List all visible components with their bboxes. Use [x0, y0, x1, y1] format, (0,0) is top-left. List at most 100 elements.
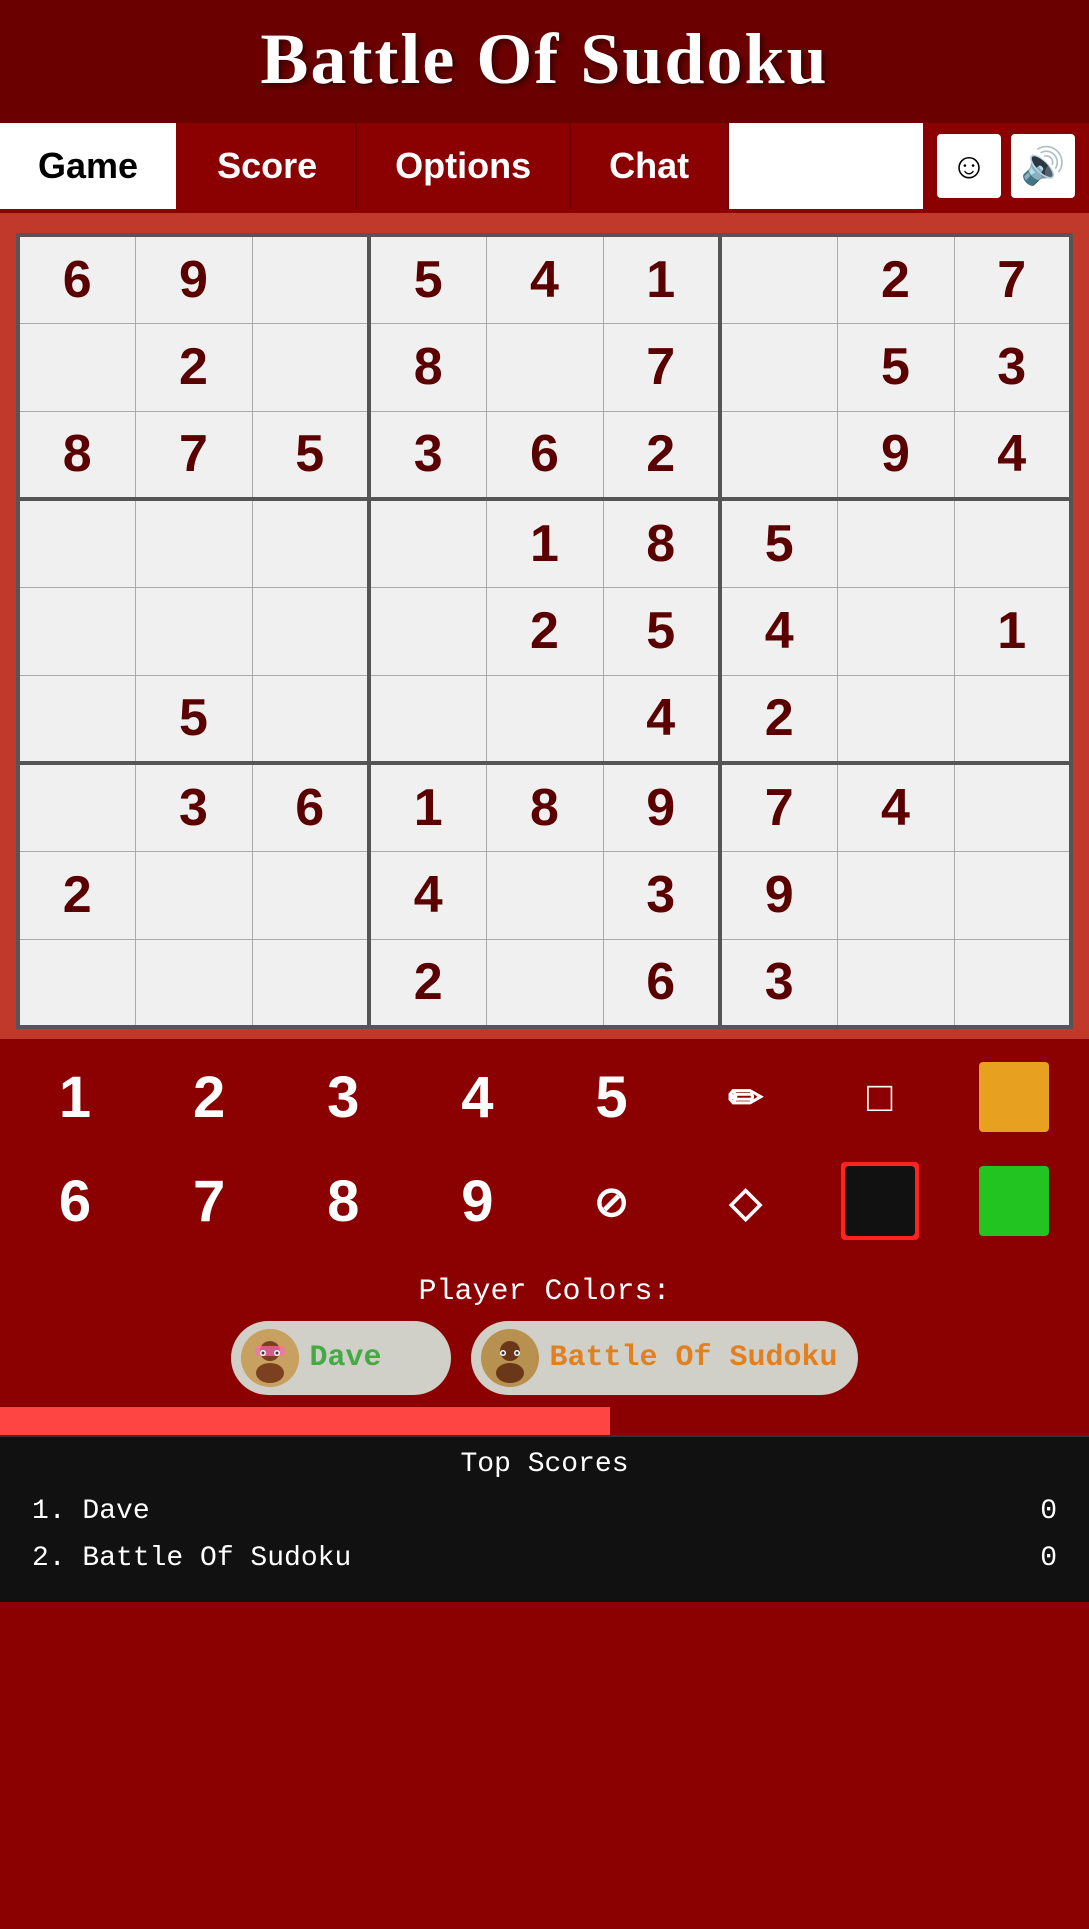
sudoku-cell[interactable]	[369, 587, 486, 675]
sudoku-cell[interactable]: 3	[954, 323, 1071, 411]
sudoku-cell[interactable]	[18, 675, 135, 763]
sudoku-cell[interactable]	[18, 323, 135, 411]
square-button[interactable]: □	[815, 1049, 945, 1145]
sudoku-cell[interactable]: 9	[720, 851, 837, 939]
sudoku-cell[interactable]: 5	[837, 323, 954, 411]
sudoku-cell[interactable]: 2	[135, 323, 252, 411]
sudoku-cell[interactable]	[252, 851, 369, 939]
sudoku-cell[interactable]: 2	[720, 675, 837, 763]
sudoku-cell[interactable]	[369, 675, 486, 763]
pad-btn-8[interactable]: 8	[278, 1153, 408, 1249]
sudoku-cell[interactable]	[954, 939, 1071, 1027]
sudoku-cell[interactable]: 5	[720, 499, 837, 587]
sudoku-cell[interactable]	[837, 939, 954, 1027]
tab-options[interactable]: Options	[357, 123, 571, 209]
sudoku-cell[interactable]	[252, 587, 369, 675]
sudoku-cell[interactable]: 4	[486, 235, 603, 323]
sudoku-cell[interactable]: 4	[603, 675, 720, 763]
sudoku-cell[interactable]: 8	[603, 499, 720, 587]
sudoku-cell[interactable]	[837, 499, 954, 587]
sudoku-cell[interactable]	[252, 499, 369, 587]
pad-btn-5[interactable]: 5	[547, 1049, 677, 1145]
sudoku-cell[interactable]: 3	[720, 939, 837, 1027]
sudoku-cell[interactable]: 6	[603, 939, 720, 1027]
sudoku-cell[interactable]: 6	[486, 411, 603, 499]
pencil-button[interactable]: ✏	[681, 1049, 811, 1145]
no-button[interactable]: ⊘	[547, 1153, 677, 1249]
sudoku-cell[interactable]: 4	[720, 587, 837, 675]
sudoku-cell[interactable]	[18, 939, 135, 1027]
sudoku-cell[interactable]: 4	[837, 763, 954, 851]
sound-button[interactable]: 🔊	[1011, 134, 1075, 198]
sudoku-cell[interactable]: 6	[18, 235, 135, 323]
sudoku-cell[interactable]	[954, 675, 1071, 763]
sudoku-cell[interactable]: 8	[486, 763, 603, 851]
sudoku-cell[interactable]: 1	[603, 235, 720, 323]
sudoku-cell[interactable]: 1	[369, 763, 486, 851]
sudoku-cell[interactable]	[720, 235, 837, 323]
pad-btn-4[interactable]: 4	[412, 1049, 542, 1145]
sudoku-cell[interactable]	[837, 851, 954, 939]
sudoku-cell[interactable]: 3	[135, 763, 252, 851]
sudoku-cell[interactable]: 7	[603, 323, 720, 411]
sudoku-cell[interactable]	[720, 323, 837, 411]
sudoku-cell[interactable]: 4	[369, 851, 486, 939]
sudoku-cell[interactable]: 2	[486, 587, 603, 675]
tab-game[interactable]: Game	[0, 123, 179, 209]
sudoku-cell[interactable]	[135, 499, 252, 587]
sudoku-cell[interactable]	[954, 763, 1071, 851]
sudoku-cell[interactable]: 8	[369, 323, 486, 411]
sudoku-cell[interactable]	[135, 939, 252, 1027]
sudoku-cell[interactable]	[486, 939, 603, 1027]
sudoku-cell[interactable]: 6	[252, 763, 369, 851]
sudoku-cell[interactable]: 5	[252, 411, 369, 499]
sudoku-cell[interactable]	[252, 939, 369, 1027]
sudoku-cell[interactable]: 2	[837, 235, 954, 323]
pad-btn-9[interactable]: 9	[412, 1153, 542, 1249]
sudoku-cell[interactable]	[486, 675, 603, 763]
sudoku-cell[interactable]	[837, 587, 954, 675]
tab-chat[interactable]: Chat	[571, 123, 729, 209]
pad-color-black-selected[interactable]	[815, 1153, 945, 1249]
sudoku-cell[interactable]: 3	[603, 851, 720, 939]
emoji-button[interactable]: ☺	[937, 134, 1001, 198]
sudoku-cell[interactable]	[18, 587, 135, 675]
tab-score[interactable]: Score	[179, 123, 357, 209]
sudoku-cell[interactable]: 9	[603, 763, 720, 851]
sudoku-cell[interactable]: 2	[603, 411, 720, 499]
sudoku-cell[interactable]: 7	[135, 411, 252, 499]
pad-btn-1[interactable]: 1	[10, 1049, 140, 1145]
sudoku-cell[interactable]	[954, 851, 1071, 939]
sudoku-cell[interactable]	[954, 499, 1071, 587]
pad-btn-6[interactable]: 6	[10, 1153, 140, 1249]
sudoku-cell[interactable]: 1	[954, 587, 1071, 675]
sudoku-cell[interactable]: 9	[135, 235, 252, 323]
sudoku-cell[interactable]	[252, 675, 369, 763]
sudoku-cell[interactable]: 8	[18, 411, 135, 499]
sudoku-cell[interactable]	[486, 323, 603, 411]
fill-button[interactable]: ◇	[681, 1153, 811, 1249]
sudoku-cell[interactable]	[720, 411, 837, 499]
sudoku-cell[interactable]	[369, 499, 486, 587]
pad-btn-2[interactable]: 2	[144, 1049, 274, 1145]
sudoku-cell[interactable]: 7	[954, 235, 1071, 323]
sudoku-cell[interactable]	[837, 675, 954, 763]
sudoku-cell[interactable]	[135, 851, 252, 939]
sudoku-cell[interactable]: 3	[369, 411, 486, 499]
sudoku-cell[interactable]: 2	[18, 851, 135, 939]
sudoku-cell[interactable]: 2	[369, 939, 486, 1027]
sudoku-cell[interactable]	[252, 235, 369, 323]
sudoku-cell[interactable]	[486, 851, 603, 939]
sudoku-cell[interactable]: 5	[369, 235, 486, 323]
sudoku-cell[interactable]: 1	[486, 499, 603, 587]
sudoku-cell[interactable]	[135, 587, 252, 675]
sudoku-cell[interactable]: 5	[603, 587, 720, 675]
sudoku-cell[interactable]: 5	[135, 675, 252, 763]
pad-btn-3[interactable]: 3	[278, 1049, 408, 1145]
pad-color-green[interactable]	[949, 1153, 1079, 1249]
pad-color-orange[interactable]	[949, 1049, 1079, 1145]
sudoku-cell[interactable]	[18, 499, 135, 587]
sudoku-cell[interactable]: 4	[954, 411, 1071, 499]
sudoku-cell[interactable]: 9	[837, 411, 954, 499]
pad-btn-7[interactable]: 7	[144, 1153, 274, 1249]
